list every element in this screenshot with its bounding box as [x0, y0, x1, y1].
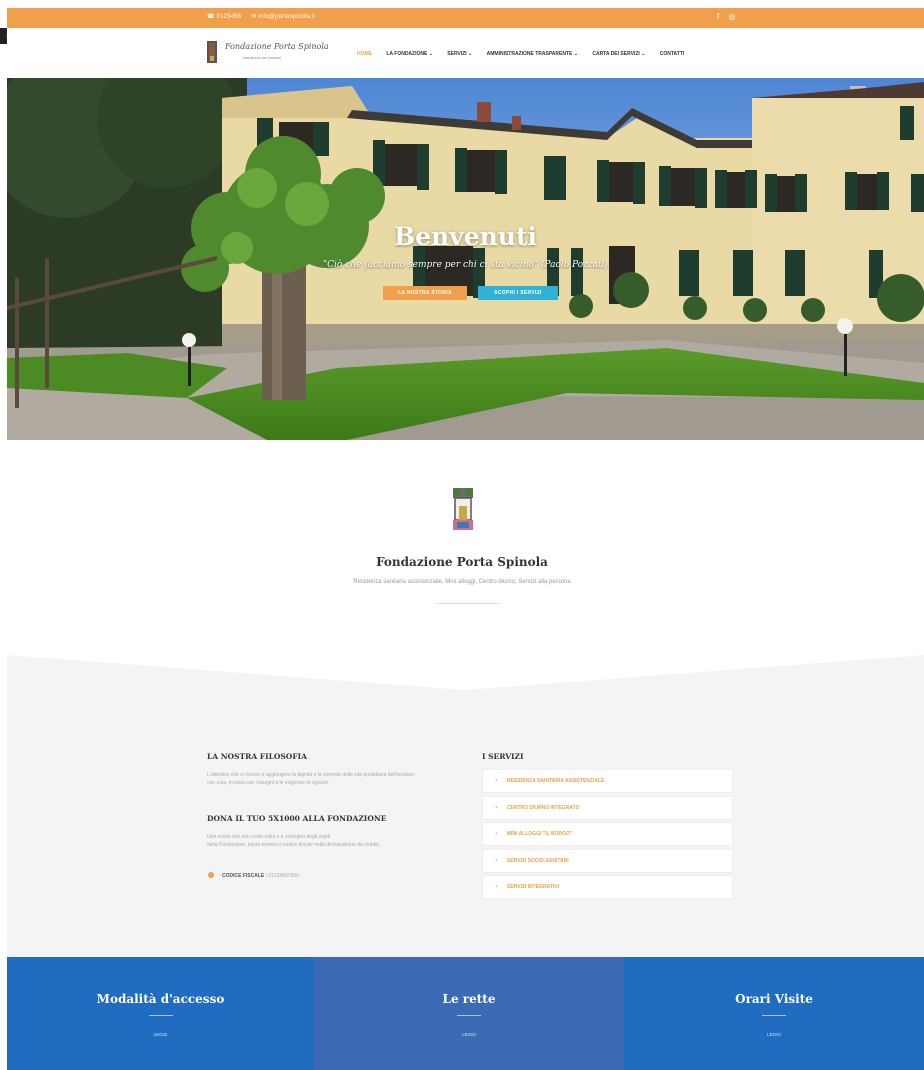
donation-text: Una scelta che non costa nulla e a soste… — [207, 833, 380, 849]
fees-divider — [457, 1015, 481, 1016]
bullet-icon — [208, 872, 214, 878]
hero-photo — [7, 78, 924, 440]
facebook-icon[interactable]: f — [717, 12, 719, 21]
history-button[interactable]: LA NOSTRA STORIA — [383, 286, 467, 300]
top-bar: ☎ 0123456 ✉ info@portaspinola.it f ◎ — [7, 8, 924, 28]
site-logo[interactable]: Fondazione Porta Spinola residenze per a… — [207, 37, 329, 67]
social-links: f ◎ — [717, 12, 742, 21]
service-item-label: SERVIZI INTEGRATIVI — [506, 884, 559, 890]
logo-icon — [207, 41, 217, 63]
intro-subtitle: Residenza sanitaria assistenziale, Mini … — [353, 579, 571, 585]
main-nav: HOME LA FONDAZIONE ⌄ SERVIZI ⌄ AMMINISTR… — [357, 51, 697, 57]
service-item-centro-diurno[interactable]: + CENTRO DIURNO INTEGRATO — [482, 795, 733, 820]
logo-name: Fondazione Porta Spinola — [225, 42, 329, 51]
philosophy-title: LA NOSTRA FILOSOFIA — [207, 752, 307, 761]
visits-divider — [762, 1015, 786, 1016]
visits-link[interactable]: LEGGI — [624, 1032, 924, 1037]
fees-title: Le rette — [442, 992, 496, 1006]
access-title: Modalità d'accesso — [96, 992, 225, 1006]
services-list: + RESIDENZA SANITARIA ASSISTENZIALE + CENT… — [482, 769, 733, 902]
nav-item-amministrazione[interactable]: AMMINISTRAZIONE TRASPARENTE ⌄ — [487, 51, 578, 57]
visits-title: Orari Visite — [735, 992, 813, 1006]
instagram-icon[interactable]: ◎ — [728, 12, 735, 21]
access-box[interactable]: Modalità d'accesso LEGGI — [7, 957, 314, 1070]
logo-subtitle: residenze per anziani — [243, 55, 282, 60]
nav-item-contatti[interactable]: CONTATTI — [660, 51, 685, 57]
hero-banner: Benvenuti "Ciò che facciamo sempre per c… — [7, 78, 924, 440]
hero-title: Benvenuti — [393, 222, 538, 251]
access-link[interactable]: LEGGI — [7, 1032, 314, 1037]
service-item-label: CENTRO DIURNO INTEGRATO — [506, 804, 580, 811]
service-item-socio-sanitari[interactable]: + SERVIZI SOCIO-SANITARI — [482, 848, 733, 873]
info-section — [7, 655, 924, 957]
nav-item-carta-servizi[interactable]: CARTA DEI SERVIZI ⌄ — [592, 51, 645, 57]
top-contact: ☎ 0123456 ✉ info@portaspinola.it — [207, 13, 323, 20]
plus-icon: + — [495, 884, 498, 890]
donation-text-line-1: Una scelta che non costa nulla e a soste… — [207, 834, 331, 840]
service-item-label: SERVIZI SOCIO-SANITARI — [506, 857, 569, 864]
nav-item-fondazione[interactable]: LA FONDAZIONE ⌄ — [386, 51, 433, 57]
service-item-label: RESIDENZA SANITARIA ASSISTENZIALE — [506, 778, 605, 784]
service-item-integrativi[interactable]: + SERVIZI INTEGRATIVI — [482, 875, 733, 899]
hero-quote: "Ciò che facciamo sempre per chi ci sta … — [322, 260, 608, 270]
plus-icon: + — [495, 857, 498, 864]
intro-title: Fondazione Porta Spinola — [376, 555, 548, 569]
philosophy-text: L'obiettivo che ci muove è aggiungere la… — [207, 771, 414, 787]
phone-link[interactable]: ☎ 0123456 — [207, 14, 241, 20]
site-header: Fondazione Porta Spinola residenze per a… — [7, 28, 924, 78]
fiscal-code-value: 01234567890 — [268, 873, 299, 879]
donation-text-line-2: della Fondazione: basta inserire il codi… — [207, 842, 381, 848]
foundation-logo-icon — [453, 488, 473, 530]
services-title: I SERVIZI — [482, 752, 524, 761]
donation-title: DONA IL TUO 5X1000 ALLA FONDAZIONE — [207, 814, 387, 823]
plus-icon: + — [495, 831, 498, 837]
philosophy-text-line-1: L'obiettivo che ci muove è aggiungere la… — [207, 772, 415, 778]
fiscal-code: CODICE FISCALE | 01234567890 — [208, 872, 299, 879]
intro-divider — [437, 603, 499, 604]
service-item-label: MINI ALLOGGI "IL BORGO" — [506, 831, 573, 837]
plus-icon: + — [495, 804, 498, 811]
services-button[interactable]: SCOPRI I SERVIZI — [478, 286, 558, 300]
fees-box[interactable]: Le rette LEGGI — [314, 957, 624, 1070]
fees-link[interactable]: LEGGI — [314, 1032, 624, 1037]
fiscal-code-label: CODICE FISCALE — [222, 873, 265, 879]
nav-item-servizi[interactable]: SERVIZI ⌄ — [447, 51, 472, 57]
email-link[interactable]: ✉ info@portaspinola.it — [251, 14, 315, 20]
service-item-rsa[interactable]: + RESIDENZA SANITARIA ASSISTENZIALE — [482, 769, 733, 793]
philosophy-text-line-2: con cura, in linea con i bisogni e le es… — [207, 780, 330, 786]
service-item-mini-alloggi[interactable]: + MINI ALLOGGI "IL BORGO" — [482, 822, 733, 846]
visits-box[interactable]: Orari Visite LEGGI — [624, 957, 924, 1070]
access-divider — [148, 1015, 173, 1016]
plus-icon: + — [495, 778, 498, 784]
nav-item-home[interactable]: HOME — [357, 51, 372, 57]
